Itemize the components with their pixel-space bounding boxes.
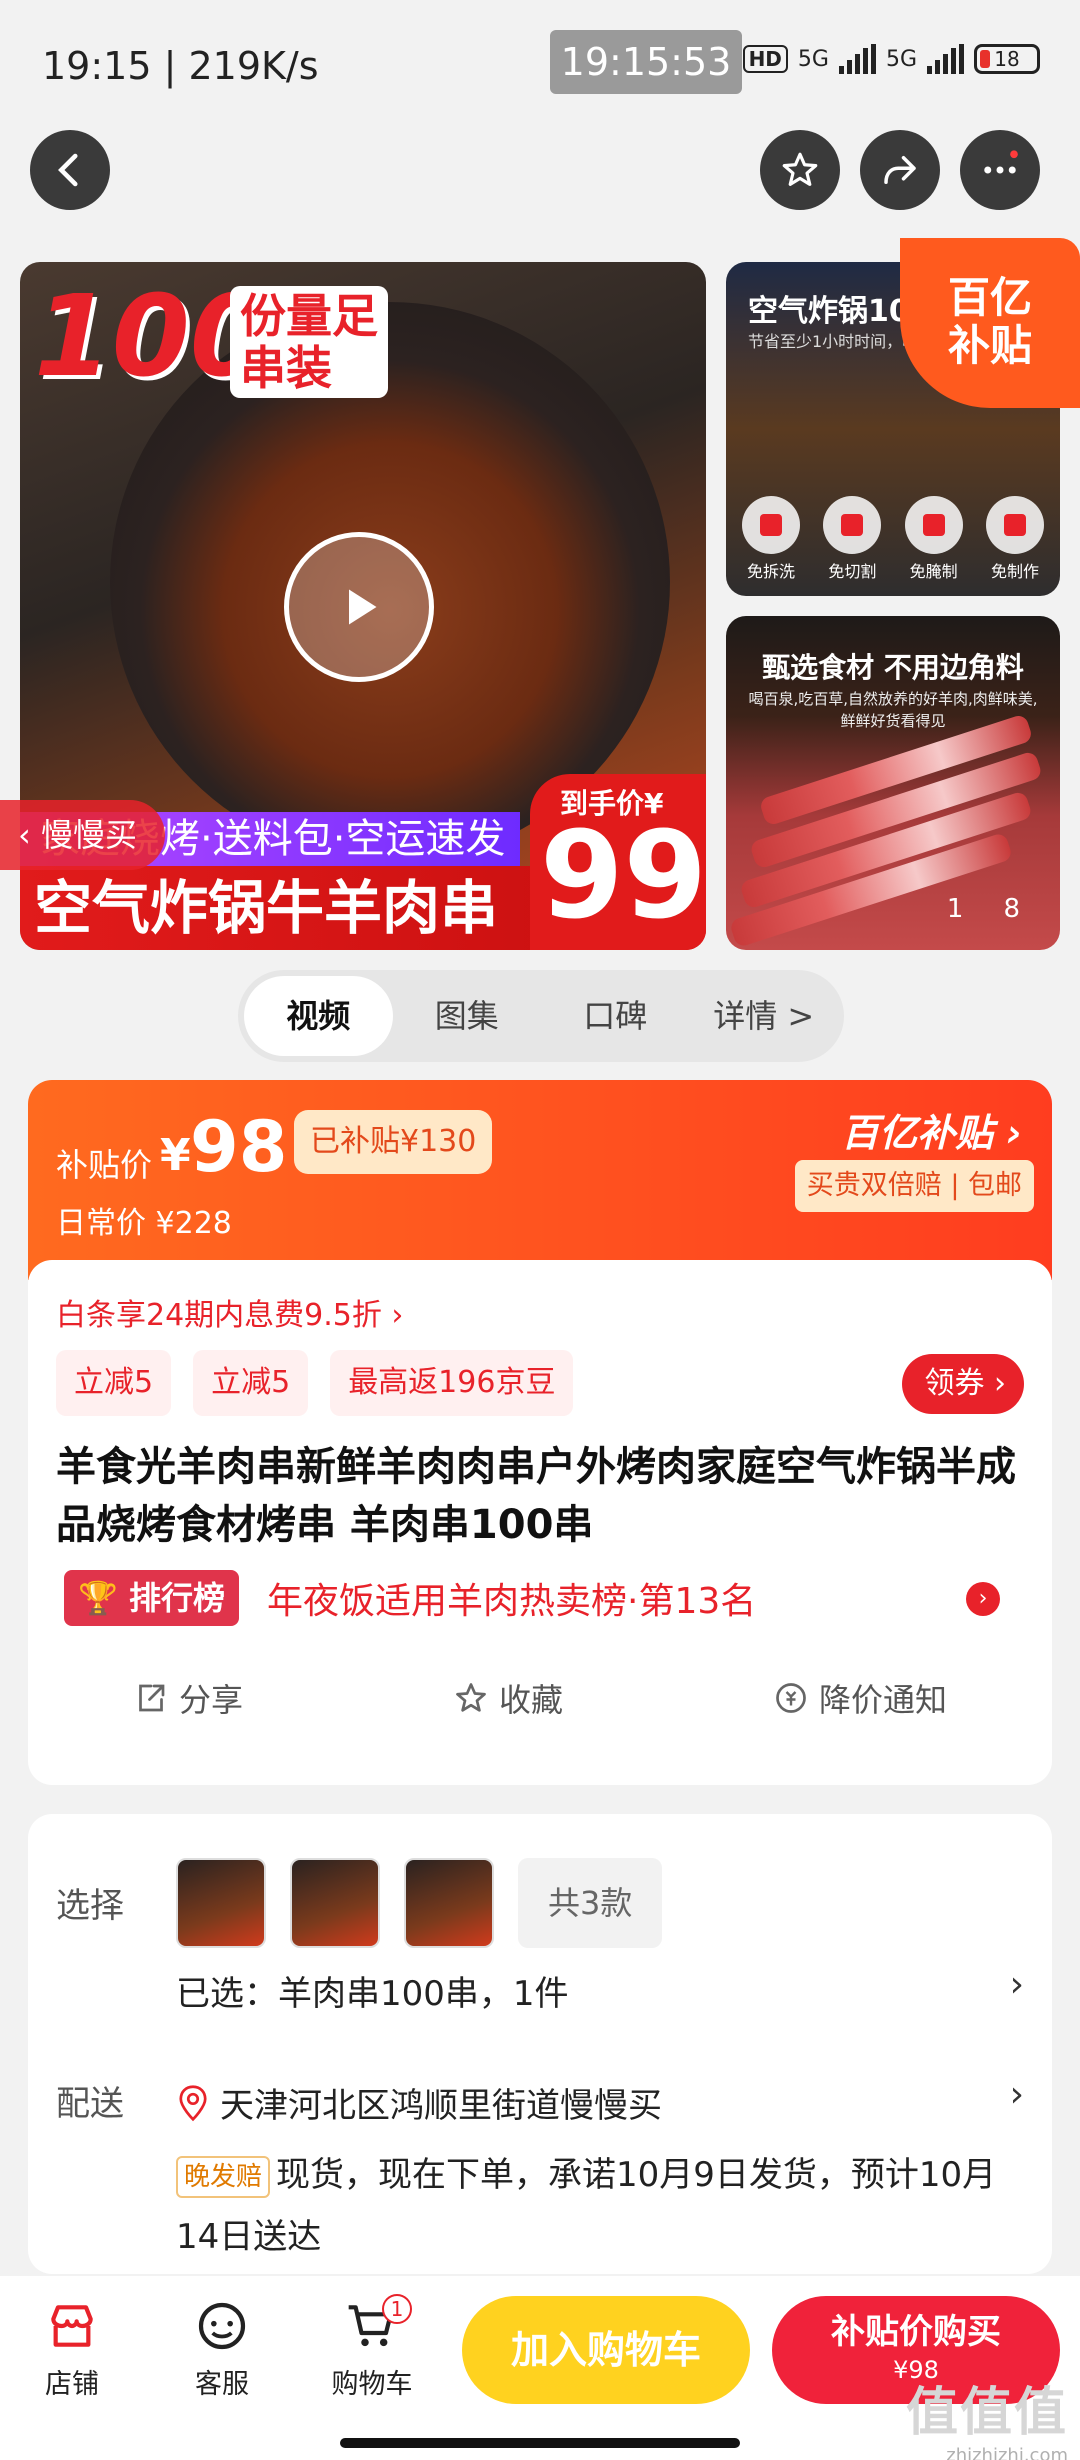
- select-label: 选择: [56, 1886, 124, 1926]
- product-gallery[interactable]: 100 份量足 串装 家庭烧烤·送料包·空运速发 空气炸锅牛羊肉串 到手价¥ 9…: [20, 238, 1080, 950]
- daily-price: 日常价 ¥228: [56, 1206, 232, 1241]
- subsidy-corner-badge: 百亿 补贴: [900, 238, 1080, 408]
- shipping-info: 晚发赔 现货，现在下单，承诺10月9日发货，预计10月14日送达: [176, 2144, 1026, 2268]
- play-icon: [349, 589, 377, 625]
- tab-video[interactable]: 视频: [244, 976, 393, 1056]
- share-icon: [139, 1684, 165, 1712]
- ranking-badge: 🏆 排行榜: [64, 1570, 239, 1626]
- add-to-cart-button[interactable]: 加入购物车: [462, 2296, 750, 2404]
- more-icon: [984, 150, 1018, 174]
- share-action[interactable]: 分享: [133, 1675, 243, 1721]
- share-icon: [884, 156, 916, 184]
- feature-no-marinate: 免腌制: [899, 496, 969, 582]
- action-row: 分享 收藏 降价通知: [28, 1675, 1052, 1721]
- subsidy-price: 98: [190, 1106, 288, 1188]
- watermark: 值值值 zhizhizhi.com: [905, 2383, 1068, 2460]
- get-coupon-button[interactable]: 领券 ›: [902, 1354, 1024, 1414]
- feature-no-cut: 免切割: [817, 496, 887, 582]
- tab-gallery[interactable]: 图集: [393, 976, 542, 1056]
- variant-thumb[interactable]: [290, 1858, 380, 1948]
- shipping-text: 现货，现在下单，承诺10月9日发货，预计10月14日送达: [176, 2155, 997, 2257]
- coupon-item[interactable]: 立减5: [56, 1350, 172, 1416]
- feature-no-wash: 免拆洗: [736, 496, 806, 582]
- thumb2-title: 甄选食材 不用边角料: [762, 651, 1024, 684]
- tab-reviews[interactable]: 口碑: [541, 976, 690, 1056]
- pager-total: 8: [1003, 894, 1020, 924]
- share-button[interactable]: [860, 130, 940, 210]
- status-icons: HD 5G 5G 18: [742, 44, 1040, 74]
- selected-variant[interactable]: 已选：羊肉串100串，1件: [176, 1966, 569, 2015]
- price-currency: ¥: [160, 1130, 191, 1181]
- gallery-pager: 1 8: [947, 894, 1020, 924]
- chevron-left-icon: [58, 153, 78, 187]
- subsidized-amount-badge: 已补贴¥130: [294, 1110, 493, 1174]
- network-label-2: 5G: [885, 46, 917, 72]
- variant-thumb[interactable]: [176, 1858, 266, 1948]
- network-label-1: 5G: [797, 46, 829, 72]
- back-button[interactable]: [30, 130, 110, 210]
- subsidy-price-label: 补贴价: [56, 1146, 153, 1184]
- variant-count[interactable]: 共3款: [518, 1858, 663, 1948]
- battery-icon: 18: [974, 44, 1040, 74]
- shipping-label: 配送: [56, 2084, 124, 2124]
- signal-icon: [838, 44, 876, 74]
- price-alert-icon: [776, 1683, 806, 1713]
- delivery-address[interactable]: 天津河北区鸿顺里街道慢慢买: [176, 2078, 662, 2127]
- guarantee-badge: 买贵双倍赔 | 包邮: [794, 1160, 1034, 1212]
- status-clock: 19:15:53: [550, 30, 742, 94]
- cart-count-badge: 1: [382, 2294, 412, 2324]
- late-compensation-tag: 晚发赔: [176, 2155, 271, 2198]
- cart-button[interactable]: 购物车 1: [322, 2294, 422, 2401]
- coupon-item[interactable]: 最高返196京豆: [330, 1350, 574, 1416]
- chevron-right-icon[interactable]: ›: [1010, 1964, 1024, 2005]
- ranking-arrow-icon[interactable]: ›: [966, 1582, 1000, 1616]
- product-info: 白条享24期内息费9.5折 › 立减5 立减5 最高返196京豆 领券 › 羊食…: [28, 1260, 1052, 1785]
- chevron-right-icon[interactable]: ›: [1010, 2074, 1024, 2115]
- subsidy-brand-link[interactable]: 百亿补贴 ›: [841, 1102, 1022, 1157]
- service-icon: [198, 2302, 246, 2350]
- ranking-text: 年夜饭适用羊肉热卖榜·第13名: [267, 1581, 757, 1622]
- status-bar: 19:15 | 219K/s 19:15:53 HD 5G 5G 18: [0, 0, 1080, 130]
- slow-buy-tag[interactable]: ‹ 慢慢买: [0, 800, 165, 870]
- gallery-thumb-2[interactable]: 甄选食材 不用边角料 喝百泉,吃百草,自然放养的好羊肉,肉鲜味美,鲜鲜好货看得见…: [726, 616, 1060, 950]
- pager-current: 1: [946, 894, 964, 924]
- coupon-item[interactable]: 立减5: [193, 1350, 309, 1416]
- price-bubble-value: 99: [540, 807, 706, 946]
- promo-side-text: 份量足 串装: [230, 286, 388, 398]
- signal-icon-2: [927, 44, 964, 74]
- status-time: 19:15 | 219K/s: [42, 44, 319, 88]
- star-icon: [456, 1683, 486, 1712]
- customer-service-button[interactable]: 客服: [172, 2298, 272, 2401]
- location-pin-icon: [179, 2084, 207, 2121]
- tab-details[interactable]: 详情 >: [690, 976, 839, 1056]
- ranking-row[interactable]: 🏆 排行榜 年夜饭适用羊肉热卖榜·第13名: [64, 1570, 756, 1626]
- variant-thumbs[interactable]: 共3款: [176, 1858, 663, 1948]
- shop-icon: [51, 2305, 93, 2347]
- price-banner: 补贴价 ¥ 98 已补贴¥130 日常价 ¥228 百亿补贴 › 买贵双倍赔 |…: [28, 1080, 1052, 1280]
- favorite-action[interactable]: 收藏: [453, 1675, 563, 1721]
- hd-icon: HD: [742, 45, 788, 73]
- media-tabs: 视频 图集 口碑 详情 >: [238, 970, 844, 1062]
- variant-thumb[interactable]: [404, 1858, 494, 1948]
- favorite-button[interactable]: [760, 130, 840, 210]
- star-icon: [782, 152, 818, 186]
- options-card: 选择 共3款 已选：羊肉串100串，1件 › 配送 天津河北区鸿顺里街道慢慢买 …: [28, 1814, 1052, 2274]
- feature-icons: 免拆洗 免切割 免腌制 免制作: [736, 496, 1050, 582]
- coupon-list: 立减5 立减5 最高返196京豆: [56, 1350, 574, 1416]
- installment-offer[interactable]: 白条享24期内息费9.5折 ›: [56, 1290, 403, 1334]
- promo-band-red-text: 空气炸锅牛羊肉串: [34, 874, 499, 942]
- play-button[interactable]: [284, 532, 434, 682]
- price-drop-action[interactable]: 降价通知: [773, 1675, 947, 1721]
- product-title: 羊食光羊肉串新鲜羊肉肉串户外烤肉家庭空气炸锅半成品烧烤食材烤串 羊肉串100串: [56, 1444, 1016, 1548]
- shop-button[interactable]: 店铺: [22, 2298, 122, 2401]
- more-button[interactable]: [960, 130, 1040, 210]
- home-indicator: [340, 2438, 740, 2448]
- feature-no-cook: 免制作: [980, 496, 1050, 582]
